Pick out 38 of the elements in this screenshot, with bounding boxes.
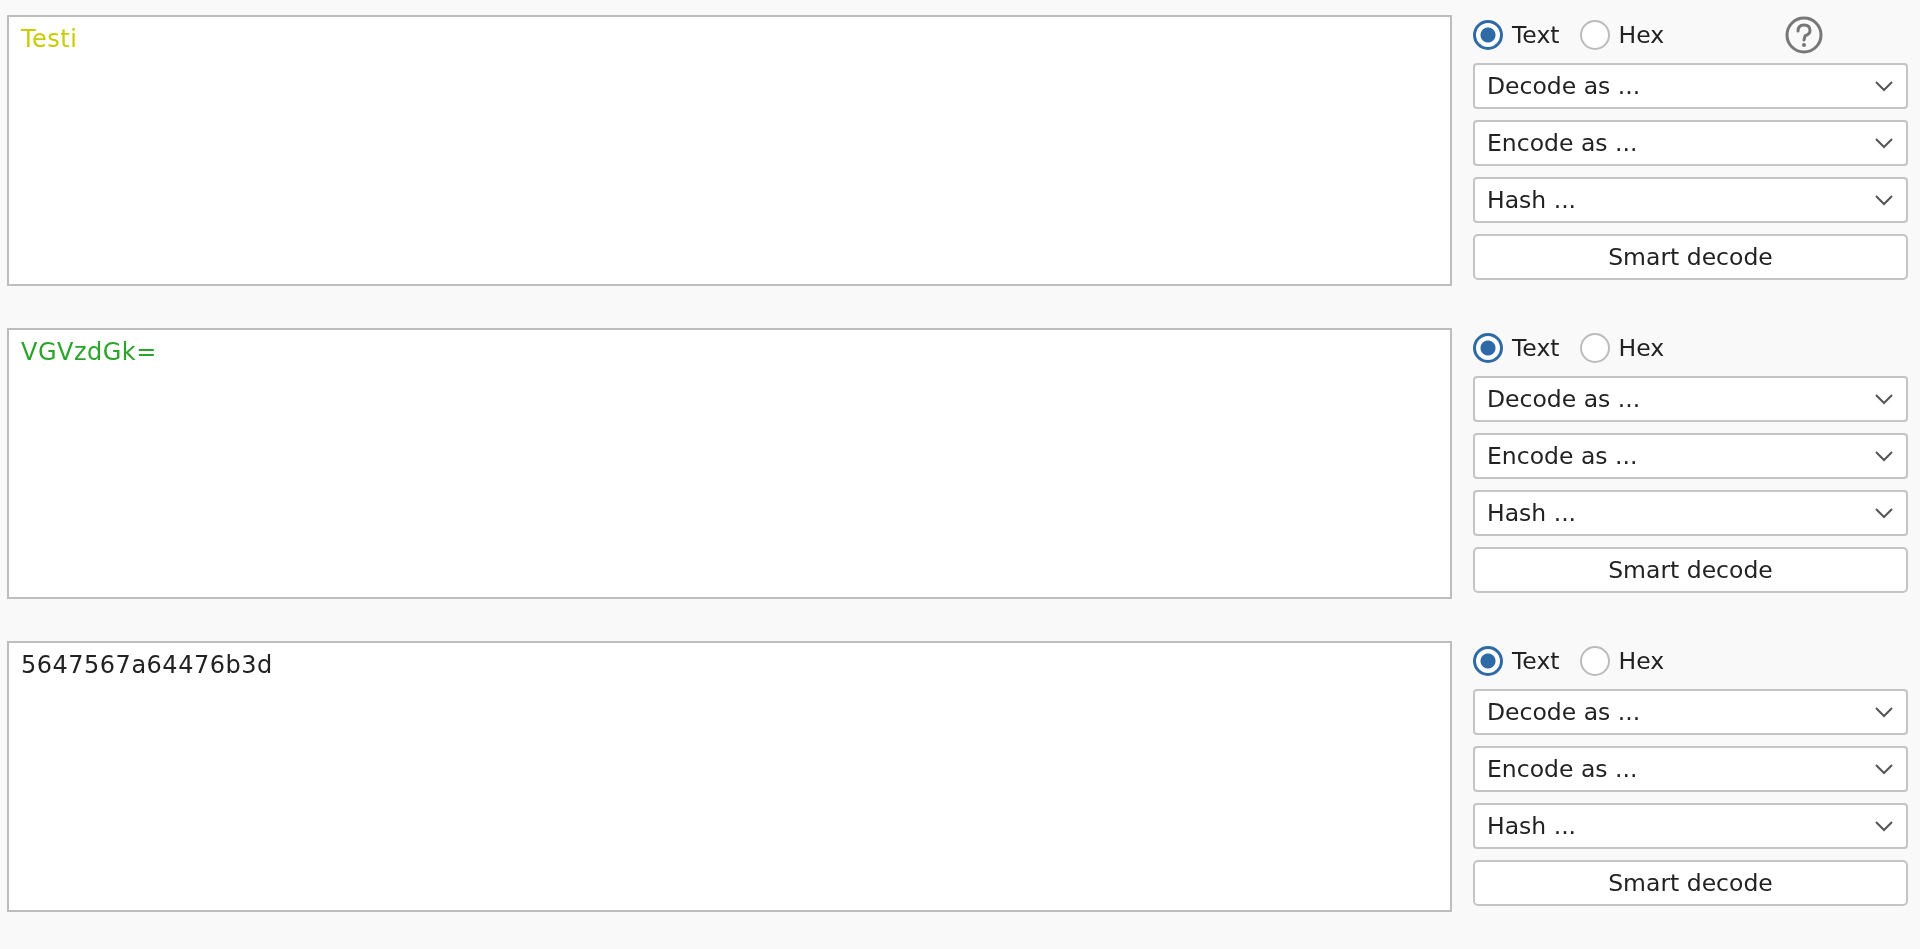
chevron-icon — [1874, 137, 1894, 149]
radio-button[interactable] — [1579, 333, 1610, 363]
editor-text: 5647567a64476b3d — [21, 651, 273, 679]
radio-option[interactable]: Hex — [1579, 646, 1665, 676]
dropdown[interactable]: Decode as ... — [1473, 689, 1908, 735]
radio-button[interactable] — [1473, 333, 1503, 363]
chevron-icon — [1874, 194, 1894, 206]
dropdown[interactable]: Hash ... — [1473, 803, 1908, 849]
dropdown[interactable]: Encode as ... — [1473, 746, 1908, 792]
smart-decode-button[interactable]: Smart decode — [1473, 547, 1908, 593]
dropdown[interactable]: Hash ... — [1473, 177, 1908, 223]
radio-button[interactable] — [1579, 646, 1610, 676]
dropdown[interactable]: Encode as ... — [1473, 120, 1908, 166]
chevron-icon — [1874, 763, 1894, 775]
editor-text: VGVzdGk= — [21, 338, 157, 366]
dropdown[interactable]: Hash ... — [1473, 490, 1908, 536]
chevron-icon — [1874, 393, 1894, 405]
text-editor[interactable]: 5647567a64476b3d — [7, 641, 1452, 912]
smart-decode-button[interactable]: Smart decode — [1473, 234, 1908, 280]
chevron-icon — [1874, 450, 1894, 462]
radio-button[interactable] — [1473, 20, 1503, 50]
radio-option[interactable]: Hex — [1579, 333, 1665, 363]
radio-button[interactable] — [1473, 646, 1503, 676]
radio-option[interactable]: Text — [1473, 646, 1560, 676]
dropdown[interactable]: Decode as ... — [1473, 376, 1908, 422]
dropdown[interactable]: Decode as ... — [1473, 63, 1908, 109]
radio-option[interactable]: Text — [1473, 333, 1560, 363]
radio-option[interactable]: Text — [1473, 20, 1560, 50]
chevron-icon — [1874, 820, 1894, 832]
chevron-icon — [1874, 80, 1894, 92]
radio-button[interactable] — [1579, 20, 1610, 50]
help-icon[interactable] — [1784, 15, 1825, 55]
dropdown[interactable]: Encode as ... — [1473, 433, 1908, 479]
chevron-icon — [1874, 706, 1894, 718]
radio-option[interactable]: Hex — [1579, 20, 1665, 50]
smart-decode-button[interactable]: Smart decode — [1473, 860, 1908, 906]
chevron-icon — [1874, 507, 1894, 519]
editor-text: Testi — [21, 25, 78, 53]
